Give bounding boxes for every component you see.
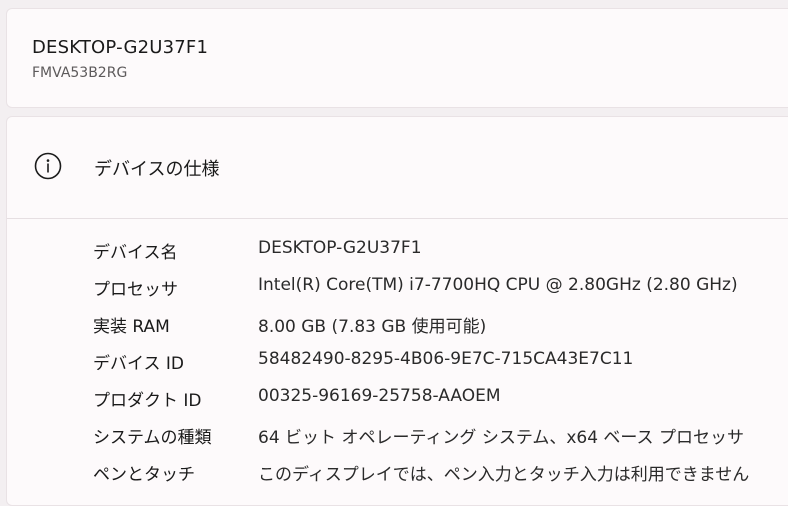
device-specs-card: デバイスの仕様 デバイス名 DESKTOP-G2U37F1 プロセッサ Inte… [6,116,788,506]
spec-value: 8.00 GB (7.83 GB 使用可能) [258,317,487,337]
spec-row-ram: 実装 RAM 8.00 GB (7.83 GB 使用可能) [7,306,788,342]
spec-label: プロセッサ [93,280,178,300]
spec-value: 58482490-8295-4B06-9E7C-715CA43E7C11 [258,349,634,369]
spec-value: DESKTOP-G2U37F1 [258,238,422,258]
spec-row-processor: プロセッサ Intel(R) Core(TM) i7-7700HQ CPU @ … [7,269,788,305]
spec-row-pen-touch: ペンとタッチ このディスプレイでは、ペン入力とタッチ入力は利用できません [7,454,788,490]
device-model: FMVA53B2RG [32,65,128,81]
spec-label: システムの種類 [93,428,212,448]
spec-row-device-name: デバイス名 DESKTOP-G2U37F1 [7,232,788,268]
spec-value: 64 ビット オペレーティング システム、x64 ベース プロセッサ [258,428,744,448]
spec-label: プロダクト ID [93,391,202,411]
spec-row-device-id: デバイス ID 58482490-8295-4B06-9E7C-715CA43E… [7,343,788,379]
spec-label: ペンとタッチ [93,465,195,485]
spec-value: このディスプレイでは、ペン入力とタッチ入力は利用できません [258,465,750,485]
spec-value: Intel(R) Core(TM) i7-7700HQ CPU @ 2.80GH… [258,275,738,295]
device-specs-title: デバイスの仕様 [94,159,220,180]
spec-row-system-type: システムの種類 64 ビット オペレーティング システム、x64 ベース プロセ… [7,417,788,453]
spec-label: デバイス ID [93,354,184,374]
spec-value: 00325-96169-25758-AAOEM [258,386,501,406]
spec-label: デバイス名 [93,243,178,263]
device-card: DESKTOP-G2U37F1 FMVA53B2RG [6,8,788,108]
spec-row-product-id: プロダクト ID 00325-96169-25758-AAOEM [7,380,788,416]
info-icon [34,152,62,180]
device-specs-header[interactable]: デバイスの仕様 [7,117,788,219]
device-name: DESKTOP-G2U37F1 [32,37,209,58]
spec-label: 実装 RAM [93,317,170,337]
